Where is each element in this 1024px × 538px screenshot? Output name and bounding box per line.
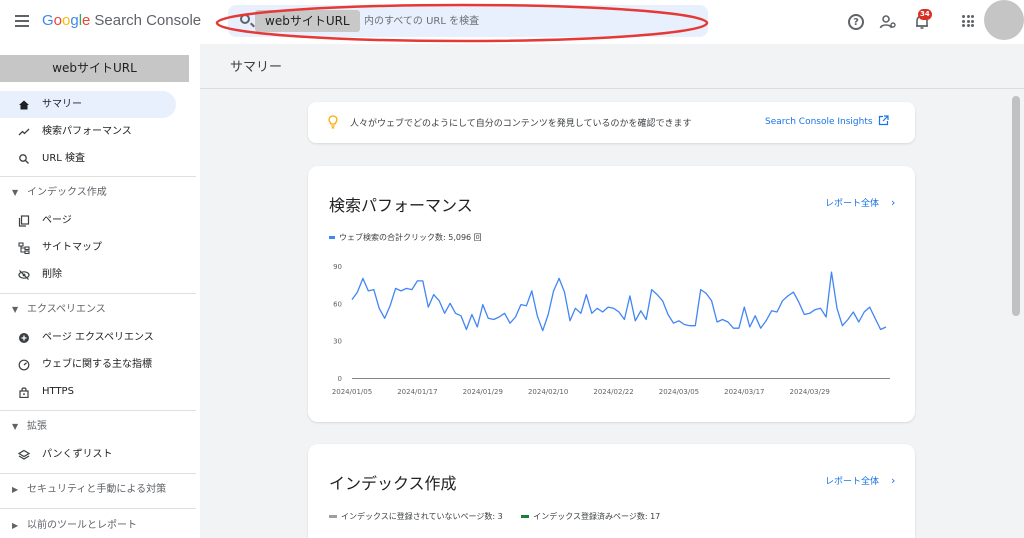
clicks-legend[interactable]: ウェブ検索の合計クリック数: 5,096 回 xyxy=(329,232,482,243)
sidebar-divider xyxy=(0,176,196,177)
caret-down-icon: ▼ xyxy=(12,305,19,314)
caret-down-icon: ▼ xyxy=(12,188,19,197)
x-tick-label: 2024/03/17 xyxy=(724,388,764,396)
help-icon[interactable]: ? xyxy=(848,14,864,30)
pages-icon xyxy=(18,215,30,227)
legend-not-indexed[interactable]: インデックスに登録されていないページ数: 3 xyxy=(329,512,503,521)
clicks-series-line xyxy=(351,271,887,332)
users-settings-icon[interactable] xyxy=(879,13,897,31)
account-avatar[interactable] xyxy=(984,0,1024,40)
sidebar-item-summary[interactable]: サマリー xyxy=(0,91,176,118)
indexing-full-report-link[interactable]: レポート全体 xyxy=(825,474,879,487)
apps-grid-icon[interactable] xyxy=(962,15,974,27)
property-selector[interactable]: webサイトURL xyxy=(0,55,189,82)
chevron-right-icon[interactable]: › xyxy=(891,196,895,209)
insights-banner: 人々がウェブでどのようにして自分のコンテンツを発見しているのかを確認できます S… xyxy=(308,102,915,143)
legend-indexed[interactable]: インデックス登録済みページ数: 17 xyxy=(521,512,660,521)
sidebar-item-performance[interactable]: 検索パフォーマンス xyxy=(0,118,176,145)
speed-icon xyxy=(18,359,30,371)
insights-text: 人々がウェブでどのようにして自分のコンテンツを発見しているのかを確認できます xyxy=(350,119,692,129)
x-tick-label: 2024/01/05 xyxy=(332,388,372,396)
layers-icon xyxy=(17,449,31,461)
performance-full-report-link[interactable]: レポート全体 xyxy=(825,196,879,209)
x-tick-label: 2024/03/05 xyxy=(659,388,699,396)
performance-card: 検索パフォーマンス レポート全体 › ウェブ検索の合計クリック数: 5,096 … xyxy=(308,166,915,422)
page-title: サマリー xyxy=(230,60,283,75)
sidebar-divider xyxy=(0,410,196,411)
performance-title: 検索パフォーマンス xyxy=(329,196,473,215)
sidebar: webサイトURL サマリー 検索パフォーマンス URL 検査 ▼ インデックス… xyxy=(0,44,200,538)
top-bar: GoogleSearch Console webサイトURL ? 34 xyxy=(0,0,1024,44)
search-icon xyxy=(240,14,250,24)
legend-swatch xyxy=(329,515,337,518)
lock-icon xyxy=(18,386,30,399)
sidebar-section-enhancements[interactable]: ▼ 拡張 xyxy=(0,416,190,438)
eye-off-icon xyxy=(18,269,30,281)
sidebar-section-security[interactable]: ▶ セキュリティと手動による対策 xyxy=(0,479,190,501)
y-tick-label: 90 xyxy=(333,263,342,271)
main-scrollbar[interactable] xyxy=(1012,96,1020,316)
trending-icon xyxy=(18,126,30,138)
main-content: サマリー 人々がウェブでどのようにして自分のコンテンツを発見しているのかを確認で… xyxy=(200,44,1024,538)
x-tick-label: 2024/01/17 xyxy=(397,388,437,396)
indexing-title: インデックス作成 xyxy=(329,474,457,493)
lightbulb-icon xyxy=(328,115,338,129)
sidebar-section-legacy-tools[interactable]: ▶ 以前のツールとレポート xyxy=(0,515,190,537)
sidebar-item-url-inspection[interactable]: URL 検査 xyxy=(0,145,176,172)
header-divider xyxy=(200,88,1024,89)
sidebar-item-breadcrumbs[interactable]: パンくずリスト xyxy=(0,441,176,468)
y-tick-label: 30 xyxy=(333,338,342,346)
home-icon xyxy=(18,99,30,111)
search-console-logo[interactable]: Google Search Console xyxy=(42,12,201,29)
indexing-card: インデックス作成 レポート全体 › インデックスに登録されていないページ数: 3… xyxy=(308,444,915,538)
y-tick-label: 60 xyxy=(333,300,342,308)
legend-swatch xyxy=(329,236,335,239)
caret-right-icon: ▶ xyxy=(12,521,19,530)
property-chip: webサイトURL xyxy=(255,10,360,32)
performance-line-chart[interactable]: 0 30 60 90 2024/01/05 2024/01/17 2024/01/29 202… xyxy=(308,252,915,422)
sidebar-item-sitemaps[interactable]: サイトマップ xyxy=(0,234,176,261)
external-link-icon[interactable] xyxy=(878,115,889,126)
sidebar-divider xyxy=(0,293,196,294)
x-tick-label: 2024/02/10 xyxy=(528,388,568,396)
chevron-right-icon[interactable]: › xyxy=(891,474,895,487)
sidebar-divider xyxy=(0,473,196,474)
sidebar-item-core-web-vitals[interactable]: ウェブに関する主な指標 xyxy=(0,351,176,378)
product-name: Search Console xyxy=(94,12,202,29)
url-inspection-search[interactable]: webサイトURL xyxy=(228,5,708,37)
notification-badge: 34 xyxy=(918,9,932,20)
sidebar-divider xyxy=(0,508,196,509)
sidebar-section-experience[interactable]: ▼ エクスペリエンス xyxy=(0,299,190,321)
caret-right-icon: ▶ xyxy=(12,485,19,494)
x-tick-label: 2024/02/22 xyxy=(593,388,633,396)
legend-swatch xyxy=(521,515,530,518)
x-tick-label: 2024/03/29 xyxy=(790,388,830,396)
caret-down-icon: ▼ xyxy=(12,422,19,431)
sidebar-item-page-experience[interactable]: ページ エクスペリエンス xyxy=(0,324,176,351)
search-input[interactable] xyxy=(364,11,694,31)
plus-circle-icon xyxy=(18,332,30,344)
search-icon xyxy=(18,153,30,165)
sidebar-section-indexing[interactable]: ▼ インデックス作成 xyxy=(0,182,190,204)
menu-icon[interactable] xyxy=(15,15,29,27)
search-console-insights-link[interactable]: Search Console Insights xyxy=(765,117,873,127)
y-tick-label: 0 xyxy=(338,375,342,383)
indexing-legend: インデックスに登録されていないページ数: 3 インデックス登録済みページ数: 1… xyxy=(329,511,660,522)
sitemap-icon xyxy=(18,242,30,255)
sidebar-item-pages[interactable]: ページ xyxy=(0,207,176,234)
sidebar-item-https[interactable]: HTTPS xyxy=(0,378,176,405)
sidebar-item-removals[interactable]: 削除 xyxy=(0,261,176,288)
x-tick-label: 2024/01/29 xyxy=(463,388,503,396)
